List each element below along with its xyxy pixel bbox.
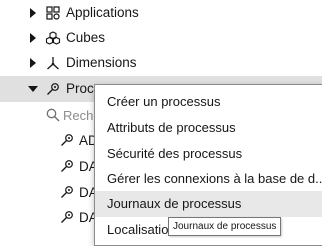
menu-item-label: Créer un processus [107, 94, 221, 109]
tree-item-label: Cubes [66, 30, 106, 45]
tree-item-cubes[interactable]: Cubes [0, 25, 322, 51]
menu-item-label: Sécurité des processus [107, 146, 243, 161]
tree-item-label: Applications [66, 5, 139, 20]
tree-item-dimensions[interactable]: Dimensions [0, 50, 322, 76]
cubes-icon [45, 30, 61, 46]
caret-right-icon[interactable] [30, 33, 36, 43]
tree-item-label: Dimensions [66, 55, 137, 70]
process-icon [59, 132, 75, 148]
caret-right-icon[interactable] [30, 8, 36, 18]
menu-item-label: Attributs de processus [107, 120, 236, 135]
process-list-item[interactable]: AD [59, 130, 99, 150]
process-list-item[interactable]: DA [59, 207, 99, 227]
dimensions-icon [45, 55, 61, 71]
menu-item-label: Gérer les connexions à la base de d... [107, 171, 322, 186]
process-icon [59, 158, 75, 174]
menu-item-process-security[interactable]: Sécurité des processus [95, 141, 322, 167]
search-icon [45, 107, 61, 123]
menu-item-manage-connections[interactable]: Gérer les connexions à la base de d... [95, 166, 322, 192]
menu-item-process-attributes[interactable]: Attributs de processus [95, 115, 322, 141]
process-icon [59, 184, 75, 200]
menu-item-label: Localisation [107, 222, 176, 237]
caret-down-icon[interactable] [28, 86, 38, 92]
caret-right-icon[interactable] [30, 58, 36, 68]
tree-item-applications[interactable]: Applications [0, 0, 322, 26]
applications-icon [45, 5, 61, 21]
process-icon [59, 209, 75, 225]
process-list-item[interactable]: DA [59, 182, 99, 202]
process-icon [45, 81, 61, 97]
process-list-item[interactable]: DA [59, 156, 99, 176]
menu-item-create-process[interactable]: Créer un processus [95, 89, 322, 115]
menu-item-label: Journaux de processus [107, 196, 242, 211]
menu-item-process-logs[interactable]: Journaux de processus [95, 191, 322, 217]
tooltip: Journaux de processus [168, 217, 282, 236]
